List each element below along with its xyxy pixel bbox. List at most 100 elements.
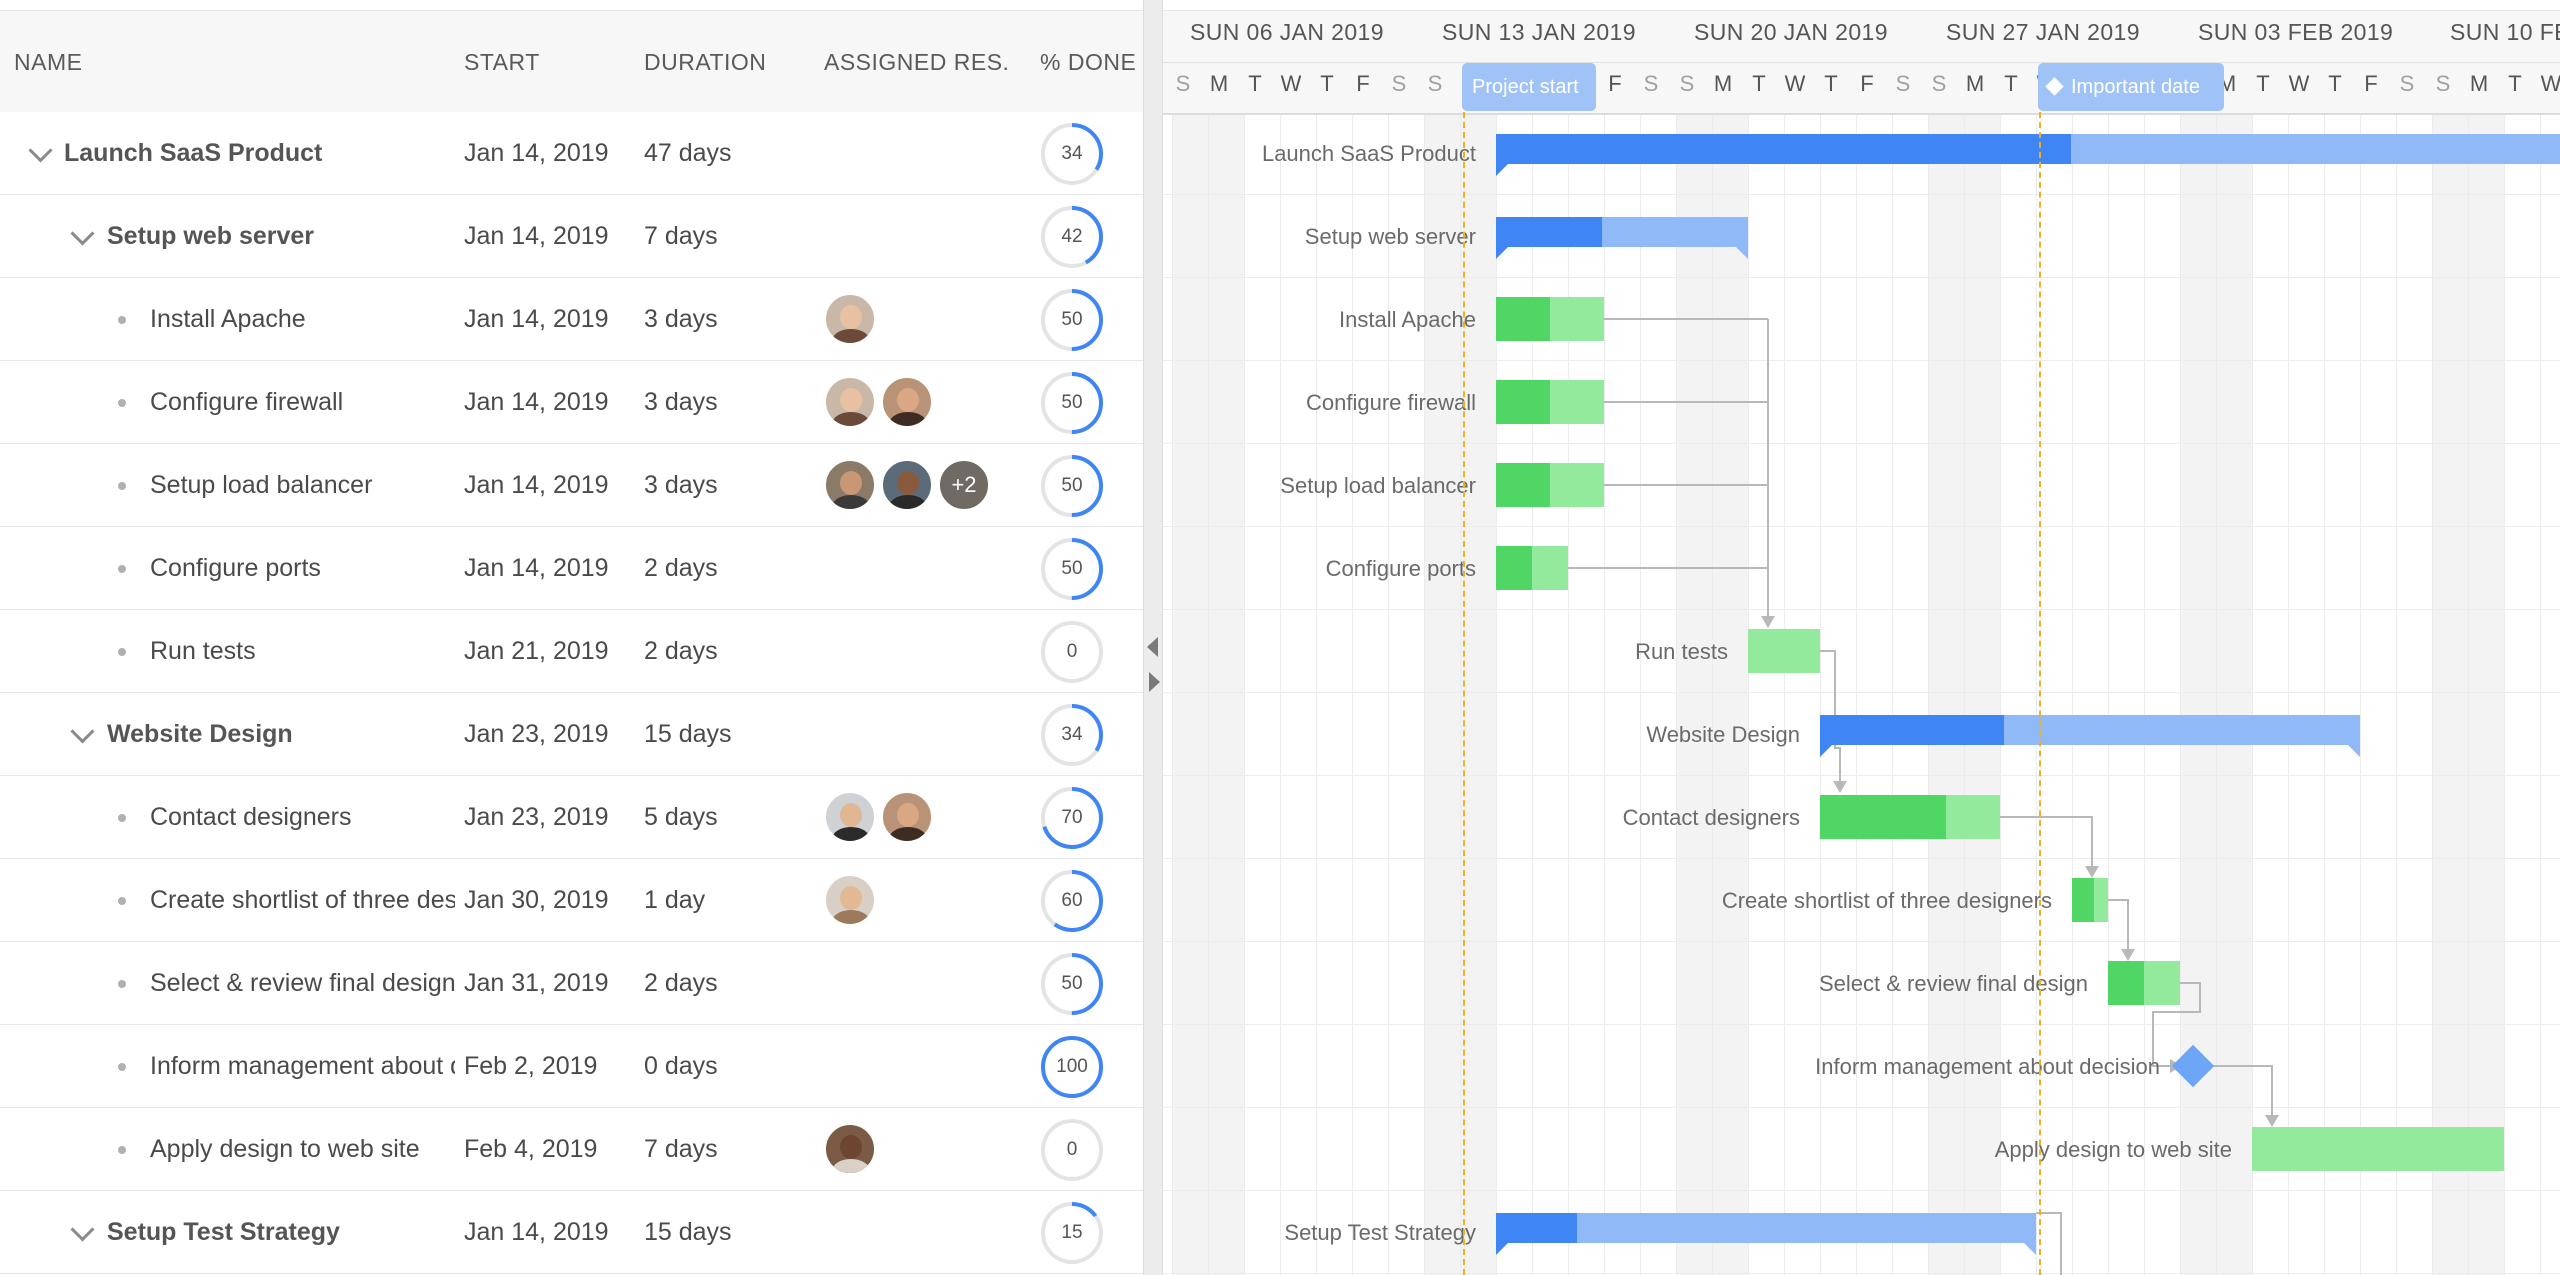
task-start-date[interactable]: Feb 2, 2019: [464, 1025, 634, 1108]
task-start-date[interactable]: Jan 14, 2019: [464, 112, 634, 195]
task-duration[interactable]: 2 days: [644, 610, 814, 693]
summary-task-bar[interactable]: [1496, 134, 2560, 176]
table-row[interactable]: Create shortlist of three designersJan 3…: [0, 859, 1143, 942]
task-name[interactable]: Run tests: [150, 610, 455, 693]
percent-done-ring[interactable]: 0: [1039, 1117, 1105, 1183]
task-name[interactable]: Setup web server: [107, 195, 455, 278]
table-row[interactable]: Configure ports Jan 14, 2019 2 days 50: [0, 527, 1143, 610]
task-bar[interactable]: [2252, 1127, 2504, 1171]
task-name[interactable]: Install Apache: [150, 278, 455, 361]
task-bar[interactable]: [1496, 380, 1604, 424]
woman-avatar-2[interactable]: [881, 791, 933, 843]
man-avatar[interactable]: [824, 459, 876, 511]
task-name[interactable]: Select & review final design: [150, 942, 455, 1025]
column-header-percent-done[interactable]: % DONE: [1040, 11, 1140, 113]
table-row[interactable]: Setup Test Strategy Jan 14, 2019 15 days 15: [0, 1191, 1143, 1274]
percent-done-ring[interactable]: 50: [1039, 287, 1105, 353]
table-row[interactable]: Launch SaaS Product Jan 14, 2019 47 days 34: [0, 112, 1143, 195]
percent-done-ring[interactable]: 70: [1039, 785, 1105, 851]
table-row[interactable]: Select & review final design Jan 31, 2019…: [0, 942, 1143, 1025]
task-duration[interactable]: 7 days: [644, 195, 814, 278]
percent-done-ring[interactable]: 34: [1039, 121, 1105, 187]
man-avatar-2[interactable]: [824, 791, 876, 843]
percent-done-ring[interactable]: 100: [1039, 1034, 1105, 1100]
task-name[interactable]: Contact designers: [150, 776, 455, 859]
woman-avatar[interactable]: [824, 293, 876, 345]
task-duration[interactable]: 3 days: [644, 361, 814, 444]
task-duration[interactable]: 3 days: [644, 444, 814, 527]
task-bar[interactable]: [1496, 463, 1604, 507]
summary-task-bar[interactable]: [1496, 217, 1748, 259]
task-duration[interactable]: 5 days: [644, 776, 814, 859]
summary-task-bar[interactable]: [1820, 715, 2360, 757]
task-bar[interactable]: [1496, 297, 1604, 341]
task-start-date[interactable]: Jan 21, 2019: [464, 610, 634, 693]
task-bar[interactable]: [2108, 961, 2180, 1005]
chevron-down-icon[interactable]: [70, 1217, 95, 1242]
table-row[interactable]: Install Apache Jan 14, 2019 3 days 50: [0, 278, 1143, 361]
task-start-date[interactable]: Jan 14, 2019: [464, 444, 634, 527]
woman-avatar-4[interactable]: [824, 1123, 876, 1175]
task-name[interactable]: Apply design to web site: [150, 1108, 455, 1191]
task-duration[interactable]: 0 days: [644, 1025, 814, 1108]
table-row[interactable]: Setup web server Jan 14, 2019 7 days 42: [0, 195, 1143, 278]
task-duration[interactable]: 2 days: [644, 942, 814, 1025]
percent-done-ring[interactable]: 42: [1039, 204, 1105, 270]
task-bar[interactable]: [2072, 878, 2108, 922]
task-start-date[interactable]: Jan 23, 2019: [464, 776, 634, 859]
woman-avatar-2[interactable]: [881, 376, 933, 428]
task-start-date[interactable]: Jan 30, 2019: [464, 859, 634, 942]
task-start-date[interactable]: Jan 14, 2019: [464, 361, 634, 444]
task-bar[interactable]: [1820, 795, 2000, 839]
table-row[interactable]: Configure firewall Jan 14, 2019 3 days 50: [0, 361, 1143, 444]
percent-done-ring[interactable]: 34: [1039, 702, 1105, 768]
man-avatar-3[interactable]: [824, 874, 876, 926]
percent-done-ring[interactable]: 15: [1039, 1200, 1105, 1266]
task-duration[interactable]: 47 days: [644, 112, 814, 195]
task-name[interactable]: Create shortlist of three designers: [150, 859, 455, 942]
percent-done-ring[interactable]: 50: [1039, 951, 1105, 1017]
task-start-date[interactable]: Jan 14, 2019: [464, 195, 634, 278]
table-row[interactable]: Apply design to web site Feb 4, 2019 7 day…: [0, 1108, 1143, 1191]
task-name[interactable]: Inform management about decision: [150, 1025, 455, 1108]
task-duration[interactable]: 1 day: [644, 859, 814, 942]
chevron-down-icon[interactable]: [28, 138, 53, 163]
column-header-assigned-resources[interactable]: ASSIGNED RES...: [824, 11, 1009, 113]
summary-task-bar[interactable]: [1496, 1213, 2036, 1255]
task-duration[interactable]: 15 days: [644, 1191, 814, 1274]
expand-right-icon[interactable]: [1149, 672, 1160, 692]
task-duration[interactable]: 15 days: [644, 693, 814, 776]
woman-avatar-3[interactable]: [881, 459, 933, 511]
task-name[interactable]: Setup load balancer: [150, 444, 455, 527]
percent-done-ring[interactable]: 50: [1039, 453, 1105, 519]
task-start-date[interactable]: Jan 31, 2019: [464, 942, 634, 1025]
woman-avatar[interactable]: [824, 376, 876, 428]
task-bar[interactable]: [1496, 546, 1568, 590]
table-row[interactable]: Run tests Jan 21, 2019 2 days 0: [0, 610, 1143, 693]
chevron-down-icon[interactable]: [70, 221, 95, 246]
task-duration[interactable]: 2 days: [644, 527, 814, 610]
task-name[interactable]: Setup Test Strategy: [107, 1191, 455, 1274]
task-start-date[interactable]: Jan 14, 2019: [464, 1191, 634, 1274]
collapse-left-icon[interactable]: [1147, 637, 1158, 657]
table-row[interactable]: Contact designers Jan 23, 2019 5 days 70: [0, 776, 1143, 859]
table-row[interactable]: Inform management about decisionFeb 2, 2…: [0, 1025, 1143, 1108]
table-row[interactable]: Setup load balancer Jan 14, 2019 3 days +2 5…: [0, 444, 1143, 527]
task-start-date[interactable]: Jan 14, 2019: [464, 278, 634, 361]
column-header-duration[interactable]: DURATION: [644, 11, 814, 113]
task-name[interactable]: Configure firewall: [150, 361, 455, 444]
task-name[interactable]: Configure ports: [150, 527, 455, 610]
percent-done-ring[interactable]: 0: [1039, 619, 1105, 685]
task-name[interactable]: Launch SaaS Product: [64, 112, 455, 195]
task-bar[interactable]: [1748, 629, 1820, 673]
percent-done-ring[interactable]: 60: [1039, 868, 1105, 934]
task-duration[interactable]: 3 days: [644, 278, 814, 361]
panel-splitter[interactable]: [1143, 0, 1163, 1275]
percent-done-ring[interactable]: 50: [1039, 370, 1105, 436]
column-header-start[interactable]: START: [464, 11, 624, 113]
percent-done-ring[interactable]: 50: [1039, 536, 1105, 602]
task-start-date[interactable]: Feb 4, 2019: [464, 1108, 634, 1191]
task-start-date[interactable]: Jan 14, 2019: [464, 527, 634, 610]
more-resources-badge[interactable]: +2: [938, 459, 990, 511]
chevron-down-icon[interactable]: [70, 719, 95, 744]
